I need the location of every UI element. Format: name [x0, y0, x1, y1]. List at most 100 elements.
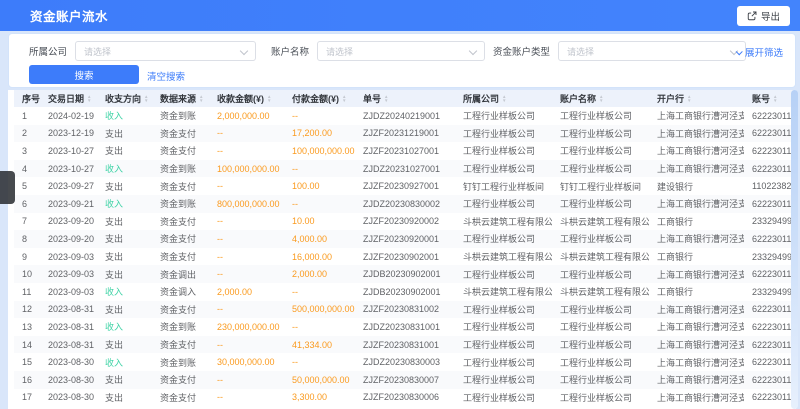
- column-header-0: 序号: [14, 90, 40, 107]
- sort-icon[interactable]: ▲▼: [599, 95, 603, 102]
- cell-doc-number: ZJDB20230902001: [355, 283, 455, 301]
- cell-account-number: 110223820: [744, 177, 796, 195]
- cell-date: 2023-08-30: [40, 371, 97, 389]
- company-select[interactable]: 请选择: [75, 41, 256, 61]
- column-header-6[interactable]: 单号▲▼: [355, 90, 455, 107]
- cell-direction: 收入: [97, 107, 152, 125]
- cell-account-name: 工程行业样板公司: [552, 230, 649, 248]
- cell-receive-amount: 2,000,000.00: [209, 107, 284, 125]
- export-button[interactable]: 导出: [737, 6, 790, 26]
- cell-pay-amount: --: [284, 353, 355, 371]
- table-row: 162023-08-30支出资金支付--50,000,000.00ZJZF202…: [14, 371, 796, 389]
- sort-icon[interactable]: ▲▼: [773, 95, 777, 102]
- account-type-select[interactable]: 请选择: [558, 41, 746, 61]
- cell-source: 资金到账: [152, 195, 209, 213]
- cell-date: 2023-09-20: [40, 230, 97, 248]
- column-header-8[interactable]: 账户名称▲▼: [552, 90, 649, 107]
- cell-date: 2023-08-30: [40, 353, 97, 371]
- cell-account-name: 工程行业样板公司: [552, 318, 649, 336]
- table-row: 152023-08-30收入资金到账30,000,000.00--ZJDZ202…: [14, 353, 796, 371]
- cell-direction: 支出: [97, 125, 152, 143]
- column-header-2[interactable]: 收支方向▲▼: [97, 90, 152, 107]
- vertical-scrollbar[interactable]: [791, 90, 798, 409]
- cell-pay-amount: 100,000,000.00: [284, 142, 355, 160]
- cell-company: 工程行业样板公司: [455, 336, 552, 354]
- cell-doc-number: ZJDZ20240219001: [355, 107, 455, 125]
- column-header-3[interactable]: 数据来源▲▼: [152, 90, 209, 107]
- column-header-5[interactable]: 付款金额(¥)▲▼: [284, 90, 355, 107]
- chevron-down-icon: [736, 48, 743, 55]
- chevron-down-icon: [240, 47, 248, 55]
- cell-bank: 上海工商银行漕河泾支行: [649, 142, 744, 160]
- column-header-10[interactable]: 账号▲▼: [744, 90, 796, 107]
- cell-index: 15: [14, 353, 40, 371]
- cell-account-number: 622230111: [744, 125, 796, 143]
- cell-doc-number: ZJZF20231027001: [355, 142, 455, 160]
- column-header-7[interactable]: 所属公司▲▼: [455, 90, 552, 107]
- cell-account-name: 工程行业样板公司: [552, 301, 649, 319]
- account-name-select[interactable]: 请选择: [317, 41, 485, 61]
- sort-icon[interactable]: ▲▼: [384, 95, 388, 102]
- sort-icon[interactable]: ▲▼: [267, 95, 271, 102]
- page-header: 资金账户流水 导出: [0, 0, 800, 31]
- column-header-4[interactable]: 收款金额(¥)▲▼: [209, 90, 284, 107]
- cell-receive-amount: --: [209, 301, 284, 319]
- sort-icon[interactable]: ▲▼: [502, 95, 506, 102]
- cell-company: 工程行业样板公司: [455, 142, 552, 160]
- cell-source: 资金到账: [152, 353, 209, 371]
- column-header-label: 数据来源: [160, 92, 196, 105]
- column-header-1[interactable]: 交易日期▲▼: [40, 90, 97, 107]
- cell-account-number: 23329499-: [744, 248, 796, 266]
- search-button[interactable]: 搜索: [29, 65, 139, 84]
- cell-doc-number: ZJZF20230830007: [355, 371, 455, 389]
- cell-index: 11: [14, 283, 40, 301]
- cell-company: 斗栱云建筑工程有限公司: [455, 213, 552, 231]
- account-name-select-placeholder: 请选择: [326, 45, 353, 58]
- table-row: 92023-09-03支出资金支付--16,000.00ZJZF20230902…: [14, 248, 796, 266]
- cell-bank: 上海工商银行漕河泾支行: [649, 265, 744, 283]
- filter-account-type-label: 资金账户类型: [493, 44, 550, 58]
- cell-pay-amount: 4,000.00: [284, 230, 355, 248]
- cell-date: 2023-10-27: [40, 160, 97, 178]
- sort-icon[interactable]: ▲▼: [144, 95, 148, 102]
- cell-receive-amount: --: [209, 265, 284, 283]
- cell-date: 2023-09-21: [40, 195, 97, 213]
- cell-company: 工程行业样板公司: [455, 371, 552, 389]
- sort-icon[interactable]: ▲▼: [199, 95, 203, 102]
- cell-direction: 支出: [97, 177, 152, 195]
- cell-receive-amount: --: [209, 248, 284, 266]
- cell-bank: 上海工商银行漕河泾支行: [649, 107, 744, 125]
- cell-date: 2023-09-03: [40, 248, 97, 266]
- table-row: 12024-02-19收入资金到账2,000,000.00--ZJDZ20240…: [14, 107, 796, 125]
- cell-index: 16: [14, 371, 40, 389]
- sort-icon[interactable]: ▲▼: [687, 95, 691, 102]
- sort-icon[interactable]: ▲▼: [87, 95, 91, 102]
- cell-pay-amount: --: [284, 283, 355, 301]
- column-header-label: 交易日期: [48, 92, 84, 105]
- cell-source: 资金支付: [152, 230, 209, 248]
- cell-date: 2023-09-03: [40, 283, 97, 301]
- cell-company: 工程行业样板公司: [455, 389, 552, 407]
- expand-filters-link[interactable]: 展开筛选: [736, 45, 783, 59]
- cell-account-name: 工程行业样板公司: [552, 389, 649, 407]
- cell-date: 2023-09-27: [40, 177, 97, 195]
- table-body: 12024-02-19收入资金到账2,000,000.00--ZJDZ20240…: [14, 107, 796, 406]
- cell-account-number: 622230111: [744, 142, 796, 160]
- table-row: 122023-08-31支出资金支付--500,000,000.00ZJZF20…: [14, 301, 796, 319]
- cell-pay-amount: 10.00: [284, 213, 355, 231]
- clear-search-link[interactable]: 清空搜索: [147, 69, 185, 83]
- filter-company: 所属公司 请选择: [29, 41, 256, 61]
- cell-date: 2023-09-20: [40, 213, 97, 231]
- cell-pay-amount: --: [284, 318, 355, 336]
- cell-receive-amount: 800,000,000.00: [209, 195, 284, 213]
- cell-date: 2023-08-31: [40, 318, 97, 336]
- column-header-9[interactable]: 开户行▲▼: [649, 90, 744, 107]
- sort-icon[interactable]: ▲▼: [342, 95, 346, 102]
- cell-pay-amount: --: [284, 160, 355, 178]
- export-icon: [747, 11, 757, 21]
- cell-source: 资金支付: [152, 389, 209, 407]
- export-label: 导出: [761, 9, 780, 23]
- page-title: 资金账户流水: [30, 6, 108, 25]
- left-edge-tab[interactable]: [0, 171, 15, 204]
- cell-pay-amount: 500,000,000.00: [284, 301, 355, 319]
